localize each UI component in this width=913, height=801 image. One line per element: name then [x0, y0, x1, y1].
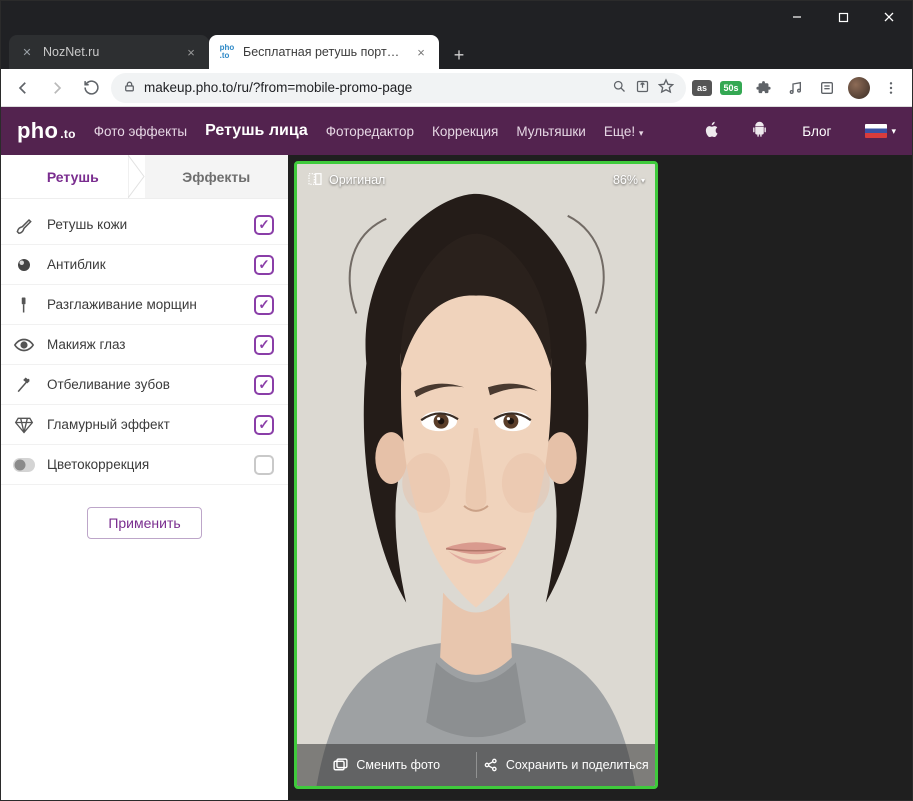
sidebar-tabs: Ретушь Эффекты — [1, 155, 288, 199]
apply-button[interactable]: Применить — [87, 507, 201, 539]
eye-icon — [13, 334, 35, 356]
profile-avatar[interactable] — [846, 75, 872, 101]
canvas-bottom-overlay: Сменить фото Сохранить и поделиться — [297, 744, 655, 786]
wrench-icon: ✕ — [19, 44, 35, 60]
site-header: pho.to Фото эффекты Ретушь лица Фотореда… — [1, 107, 912, 155]
back-button[interactable] — [9, 74, 37, 102]
option-wrinkle-smoothing[interactable]: Разглаживание морщин ✓ — [1, 285, 288, 325]
portrait-image — [297, 164, 655, 786]
nav-cartoons[interactable]: Мультяшки — [516, 124, 585, 139]
address-bar[interactable]: makeup.pho.to/ru/?from=mobile-promo-page — [111, 73, 686, 103]
window-titlebar — [1, 1, 912, 33]
option-label: Макияж глаз — [47, 337, 242, 352]
option-label: Цветокоррекция — [47, 457, 242, 472]
nav-photo-effects[interactable]: Фото эффекты — [94, 124, 187, 139]
nav-correction[interactable]: Коррекция — [432, 124, 498, 139]
change-photo-button[interactable]: Сменить фото — [297, 744, 476, 786]
nav-blog[interactable]: Блог — [802, 124, 831, 139]
checkbox-icon[interactable]: ✓ — [254, 295, 274, 315]
option-label: Антиблик — [47, 257, 242, 272]
browser-tab-inactive[interactable]: ✕ NozNet.ru × — [9, 35, 209, 69]
content-area: Ретушь Эффекты Ретушь кожи ✓ Антиблик ✓ … — [1, 155, 912, 800]
checkbox-icon[interactable]: ✓ — [254, 215, 274, 235]
diamond-icon — [13, 414, 35, 436]
circle-icon — [13, 254, 35, 276]
window-maximize-button[interactable] — [820, 1, 866, 33]
zoom-control[interactable]: 86% ▾ — [613, 173, 645, 187]
option-label: Отбеливание зубов — [47, 377, 242, 392]
option-label: Гламурный эффект — [47, 417, 242, 432]
reading-list-icon[interactable] — [814, 75, 840, 101]
tab-title: Бесплатная ретушь портретных — [243, 45, 405, 59]
tab-title: NozNet.ru — [43, 45, 175, 59]
logo-main: pho — [17, 118, 58, 144]
toggle-icon — [13, 454, 35, 476]
language-flag[interactable]: ▾ — [865, 124, 896, 138]
window-close-button[interactable] — [866, 1, 912, 33]
bookmark-star-icon[interactable] — [658, 78, 674, 97]
button-label: Сменить фото — [356, 758, 440, 772]
canvas-area: Оригинал 86% ▾ Сменить фото Сохранить и … — [288, 155, 912, 800]
close-icon[interactable]: × — [413, 44, 429, 60]
lock-icon — [123, 80, 136, 96]
android-icon[interactable] — [751, 121, 768, 141]
extension-icon[interactable]: as — [692, 80, 712, 96]
option-eye-makeup[interactable]: Макияж глаз ✓ — [1, 325, 288, 365]
chevron-down-icon: ▾ — [891, 126, 896, 137]
extension-badge[interactable]: 50s — [718, 75, 744, 101]
browser-tabstrip: ✕ NozNet.ru × pho.to Бесплатная ретушь п… — [1, 33, 912, 69]
flag-ru-icon — [865, 124, 887, 138]
tab-retouch[interactable]: Ретушь — [1, 155, 145, 198]
checkbox-icon[interactable]: ✓ — [254, 335, 274, 355]
option-anti-shine[interactable]: Антиблик ✓ — [1, 245, 288, 285]
new-tab-button[interactable]: + — [445, 41, 473, 69]
checkbox-icon[interactable]: ✓ — [254, 455, 274, 475]
chevron-down-icon: ▾ — [641, 176, 645, 185]
checkbox-icon[interactable]: ✓ — [254, 415, 274, 435]
nav-face-retouch[interactable]: Ретушь лица — [205, 122, 308, 140]
original-label[interactable]: Оригинал — [329, 173, 385, 187]
checkbox-icon[interactable]: ✓ — [254, 375, 274, 395]
option-skin-retouch[interactable]: Ретушь кожи ✓ — [1, 205, 288, 245]
button-label: Сохранить и поделиться — [506, 758, 649, 772]
browser-menu-button[interactable] — [878, 75, 904, 101]
browser-tab-active[interactable]: pho.to Бесплатная ретушь портретных × — [209, 35, 439, 69]
site-favicon: pho.to — [219, 44, 235, 60]
zoom-value: 86% — [613, 173, 638, 187]
close-icon[interactable]: × — [183, 44, 199, 60]
nav-more[interactable]: Еще! ▾ — [604, 124, 644, 139]
toothbrush-icon — [13, 374, 35, 396]
sidebar: Ретушь Эффекты Ретушь кожи ✓ Антиблик ✓ … — [1, 155, 288, 800]
site-logo[interactable]: pho.to — [17, 118, 76, 144]
tab-effects[interactable]: Эффекты — [145, 155, 289, 198]
compare-icon[interactable] — [307, 171, 323, 190]
reload-button[interactable] — [77, 74, 105, 102]
forward-button[interactable] — [43, 74, 71, 102]
url-text: makeup.pho.to/ru/?from=mobile-promo-page — [144, 80, 604, 95]
save-share-button[interactable]: Сохранить и поделиться — [477, 744, 656, 786]
canvas-top-overlay: Оригинал 86% ▾ — [297, 164, 655, 196]
browser-toolbar: makeup.pho.to/ru/?from=mobile-promo-page… — [1, 69, 912, 107]
checkbox-icon[interactable]: ✓ — [254, 255, 274, 275]
option-label: Ретушь кожи — [47, 217, 242, 232]
share-icon[interactable] — [635, 79, 650, 97]
extensions-puzzle-icon[interactable] — [750, 75, 776, 101]
media-icon[interactable] — [782, 75, 808, 101]
option-color-correction[interactable]: Цветокоррекция ✓ — [1, 445, 288, 485]
logo-sub: .to — [60, 127, 76, 141]
chevron-down-icon: ▾ — [639, 128, 644, 138]
retouch-options: Ретушь кожи ✓ Антиблик ✓ Разглаживание м… — [1, 199, 288, 491]
nav-photo-editor[interactable]: Фоторедактор — [326, 124, 414, 139]
search-icon[interactable] — [612, 79, 627, 97]
brush-icon — [13, 214, 35, 236]
option-label: Разглаживание морщин — [47, 297, 242, 312]
window-minimize-button[interactable] — [774, 1, 820, 33]
image-frame: Оригинал 86% ▾ Сменить фото Сохранить и … — [294, 161, 658, 789]
option-teeth-whitening[interactable]: Отбеливание зубов ✓ — [1, 365, 288, 405]
option-glamour-effect[interactable]: Гламурный эффект ✓ — [1, 405, 288, 445]
stick-icon — [13, 294, 35, 316]
apple-icon[interactable] — [704, 121, 721, 141]
